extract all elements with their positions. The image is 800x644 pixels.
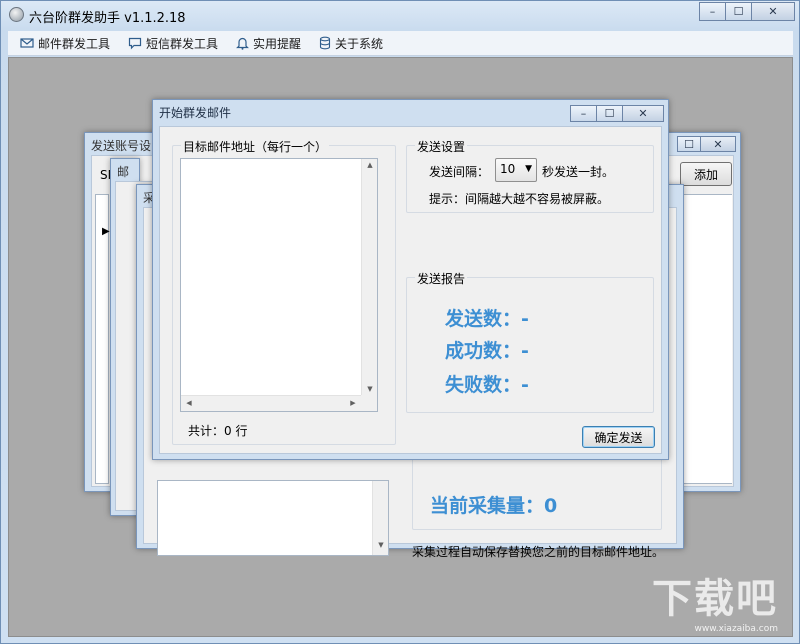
account-close-button[interactable]: ✕	[700, 136, 736, 152]
target-address-group: 目标邮件地址（每行一个） ▲ ▼ ◀ ▶ 共计：0 行	[172, 138, 396, 445]
bell-icon	[236, 37, 249, 50]
address-vertical-scrollbar[interactable]: ▲ ▼	[361, 159, 377, 395]
dialog-title: 开始群发邮件	[159, 106, 232, 120]
interval-suffix: 秒发送一封。	[542, 165, 615, 179]
sent-count: 发送数：-	[445, 308, 529, 330]
fail-count: 失败数：-	[445, 374, 529, 396]
dialog-close-button[interactable]: ✕	[622, 105, 664, 122]
target-count: 共计：0 行	[188, 424, 248, 438]
dialog-client: 目标邮件地址（每行一个） ▲ ▼ ◀ ▶ 共计：0 行 发送设置 发送间隔： 1…	[159, 126, 662, 454]
send-report-label: 发送报告	[415, 270, 468, 287]
row-selector-arrow: ▶	[102, 226, 110, 237]
interval-select[interactable]: 10 ▼	[495, 158, 537, 182]
success-count: 成功数：-	[445, 340, 529, 362]
dialog-minimize-button[interactable]: –	[570, 105, 597, 122]
send-settings-label: 发送设置	[415, 138, 468, 155]
dialog-maximize-button[interactable]: ☐	[596, 105, 623, 122]
account-list[interactable]	[95, 194, 109, 484]
confirm-send-button[interactable]: 确定发送	[582, 426, 655, 448]
close-button[interactable]: ✕	[751, 2, 795, 21]
account-window-title: 发送账号设	[91, 139, 152, 153]
menu-item-sms-tool[interactable]: 短信群发工具	[128, 35, 218, 52]
title-bar: 六台阶群发助手 v1.1.2.18 – ☐ ✕	[1, 1, 799, 29]
menu-item-about[interactable]: 关于系统	[319, 35, 383, 52]
menu-item-email-tool[interactable]: 邮件群发工具	[20, 35, 110, 52]
start-mass-email-dialog[interactable]: 开始群发邮件 – ☐ ✕ 目标邮件地址（每行一个） ▲ ▼ ◀ ▶ 共计：0 行	[152, 99, 669, 460]
send-settings-group: 发送设置 发送间隔： 10 ▼ 秒发送一封。 提示：间隔越大越不容易被屏蔽。	[406, 138, 654, 213]
maximize-button[interactable]: ☐	[725, 2, 752, 21]
interval-label: 发送间隔：	[429, 165, 490, 179]
send-report-group: 发送报告 发送数：- 成功数：- 失败数：-	[406, 270, 654, 413]
chat-bubble-icon	[128, 37, 142, 49]
collect-count: 当前采集量：0	[430, 495, 558, 517]
interval-hint: 提示：间隔越大越不容易被屏蔽。	[429, 192, 610, 206]
window-title: 六台阶群发助手 v1.1.2.18	[29, 11, 186, 26]
database-icon	[319, 36, 331, 50]
menu-item-reminder[interactable]: 实用提醒	[236, 35, 301, 52]
menu-bar: 邮件群发工具 短信群发工具 实用提醒 关于系统	[8, 31, 793, 56]
app-icon	[9, 7, 24, 22]
address-horizontal-scrollbar[interactable]: ◀ ▶	[181, 395, 361, 411]
add-button[interactable]: 添加	[680, 162, 732, 186]
watermark-logo: 下载吧 www.xiazaiba.com	[652, 576, 778, 634]
minimize-button[interactable]: –	[699, 2, 726, 21]
envelope-icon	[20, 38, 34, 48]
account-maximize-button[interactable]: ☐	[677, 136, 701, 152]
target-address-label: 目标邮件地址（每行一个）	[181, 138, 330, 155]
chevron-down-icon: ▼	[525, 164, 532, 174]
target-address-textarea[interactable]: ▲ ▼ ◀ ▶	[180, 158, 378, 412]
collect-address-list[interactable]: ▼	[157, 480, 389, 556]
collect-note: 采集过程自动保存替换您之前的目标邮件地址。	[412, 545, 665, 559]
